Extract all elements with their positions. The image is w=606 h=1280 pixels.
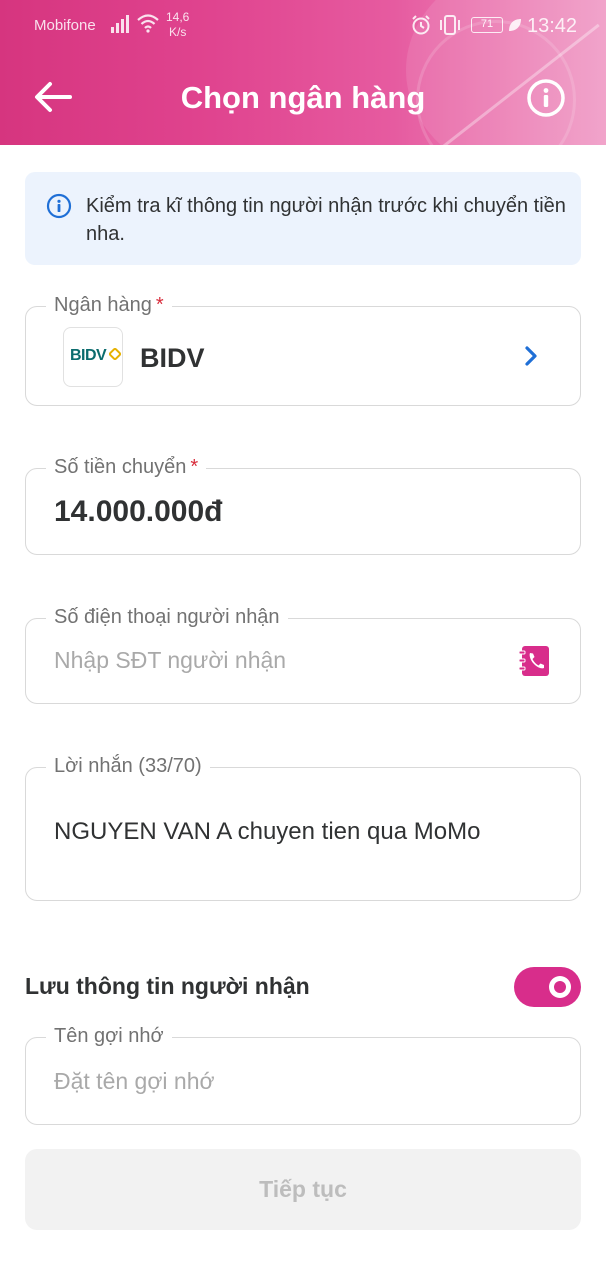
required-mark: * [155,294,164,316]
amount-field[interactable]: Số tiền chuyển * 14.000.000đ [25,453,581,555]
continue-button[interactable]: Tiếp tục [25,1149,581,1230]
bidv-logo-mark-icon [109,348,121,360]
phone-input[interactable]: Nhập SĐT người nhận [54,647,286,674]
bank-field-label: Ngân hàng * [46,291,172,319]
notice-text: Kiểm tra kĩ thông tin người nhận trước k… [86,195,566,245]
phone-field[interactable]: Số điện thoại người nhận Nhập SĐT người … [25,603,581,704]
vibrate-icon [440,15,460,35]
nickname-input[interactable]: Đặt tên gợi nhớ [54,1068,215,1095]
chevron-right-icon[interactable] [522,345,540,367]
app-header: Mobifone 14,6 K/s 71 13:42 Chọn ngân hàn… [0,0,606,145]
bank-name: BIDV [140,343,205,373]
speed-unit: K/s [169,25,187,39]
amount-label-text: Số tiền chuyển [54,456,187,478]
info-circle-icon[interactable] [525,77,567,119]
nickname-field-label: Tên gợi nhớ [46,1022,172,1050]
wifi-icon [137,14,159,33]
bank-selector[interactable]: Ngân hàng * BIDV BIDV [25,291,581,406]
clock: 13:42 [527,15,578,37]
nickname-field[interactable]: Tên gợi nhớ Đặt tên gợi nhớ [25,1022,581,1125]
bank-label-text: Ngân hàng [54,294,152,316]
alarm-icon [412,15,430,35]
toggle-knob [549,976,571,998]
power-saver-icon [509,19,521,31]
message-field-label: Lời nhắn (33/70) [46,752,210,780]
save-recipient-label: Lưu thông tin người nhận [25,973,310,999]
speed-value: 14,6 [166,10,190,24]
message-field[interactable]: Lời nhắn (33/70) NGUYEN VAN A chuyen tie… [25,752,581,901]
save-recipient-toggle[interactable] [514,967,581,1007]
carrier-name: Mobifone [34,17,96,34]
info-notice: Kiểm tra kĩ thông tin người nhận trước k… [25,172,581,265]
required-mark: * [190,456,199,478]
status-bar: Mobifone 14,6 K/s 71 13:42 [0,0,606,52]
message-input[interactable]: NGUYEN VAN A chuyen tien qua MoMo [54,818,480,846]
amount-field-label: Số tiền chuyển * [46,453,207,481]
network-speed: 14,6 K/s [166,10,189,40]
bank-logo: BIDV [63,327,123,387]
info-icon [46,193,72,219]
bank-logo-text: BIDV [70,347,107,364]
page-title: Chọn ngân hàng [180,80,426,115]
phone-field-label: Số điện thoại người nhận [46,603,288,631]
signal-icon [111,15,129,33]
amount-value[interactable]: 14.000.000đ [54,495,222,529]
battery-indicator: 71 [471,17,503,33]
contact-book-icon[interactable] [516,643,552,679]
